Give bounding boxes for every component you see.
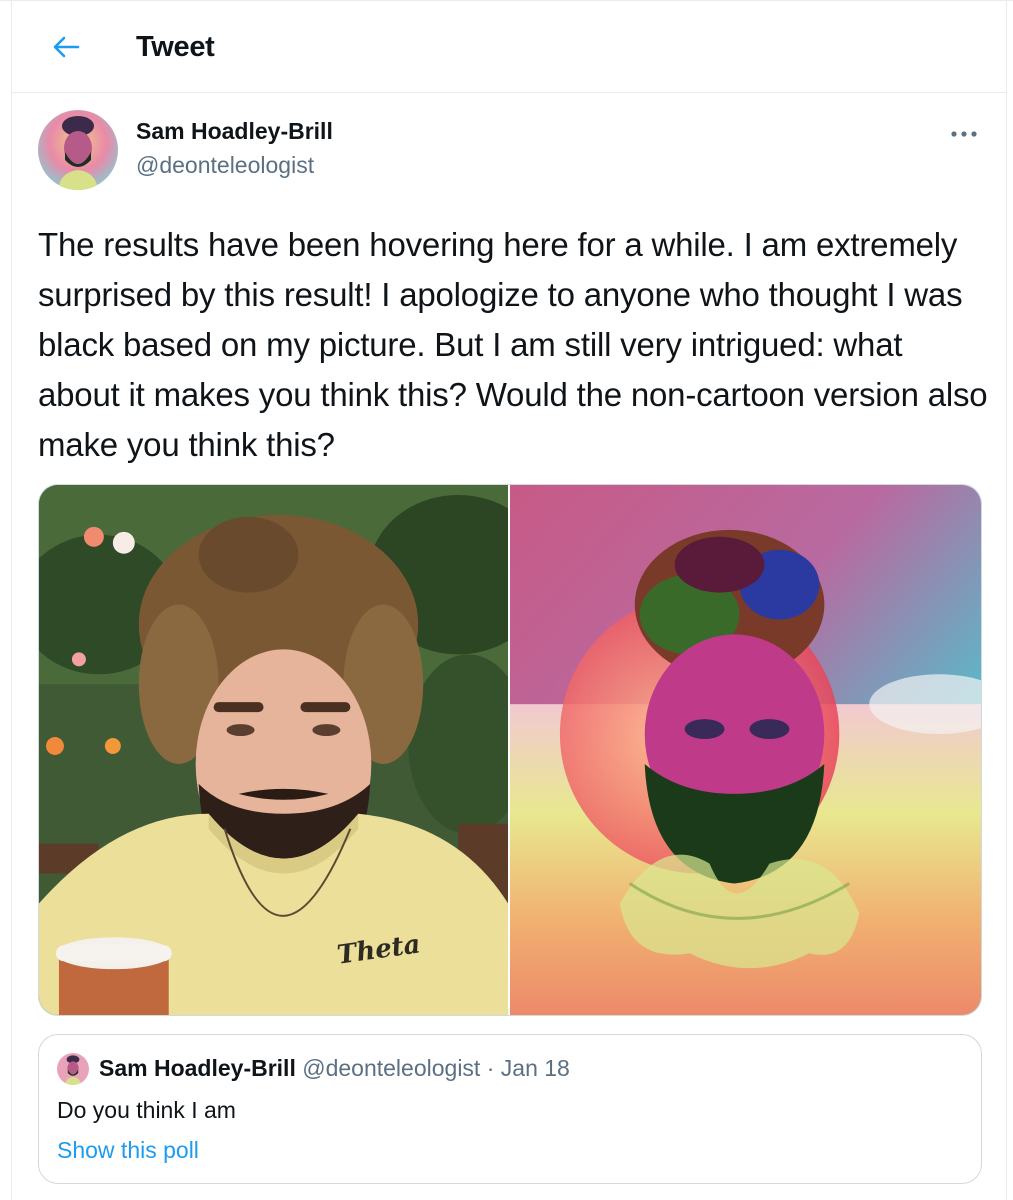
media-grid: Theta bbox=[38, 484, 982, 1016]
quoted-separator: · bbox=[486, 1055, 495, 1081]
page-header: Tweet bbox=[12, 1, 1006, 93]
photo-right[interactable] bbox=[510, 485, 981, 1015]
quoted-text: Do you think I am bbox=[57, 1097, 236, 1123]
author-handle[interactable]: @deonteleologist bbox=[136, 152, 314, 179]
quoted-avatar bbox=[57, 1053, 89, 1085]
show-poll-link[interactable]: Show this poll bbox=[57, 1137, 199, 1164]
arrow-left-icon bbox=[53, 36, 80, 58]
author-avatar[interactable] bbox=[38, 110, 118, 190]
quoted-author-handle: @deonteleologist bbox=[302, 1055, 481, 1081]
photo-left[interactable]: Theta bbox=[39, 485, 508, 1015]
quoted-author-name: Sam Hoadley-Brill bbox=[99, 1055, 296, 1081]
back-button[interactable] bbox=[48, 29, 84, 65]
quoted-meta: Sam Hoadley-Brill @deonteleologist · Jan… bbox=[99, 1055, 570, 1082]
more-dots-icon bbox=[951, 131, 977, 137]
quoted-date: Jan 18 bbox=[500, 1055, 570, 1081]
tweet-text: The results have been hovering here for … bbox=[38, 226, 988, 463]
author-name[interactable]: Sam Hoadley-Brill bbox=[136, 118, 333, 145]
more-button[interactable] bbox=[946, 118, 982, 150]
quoted-tweet[interactable]: Sam Hoadley-Brill @deonteleologist · Jan… bbox=[38, 1034, 982, 1184]
page-title: Tweet bbox=[136, 31, 215, 63]
